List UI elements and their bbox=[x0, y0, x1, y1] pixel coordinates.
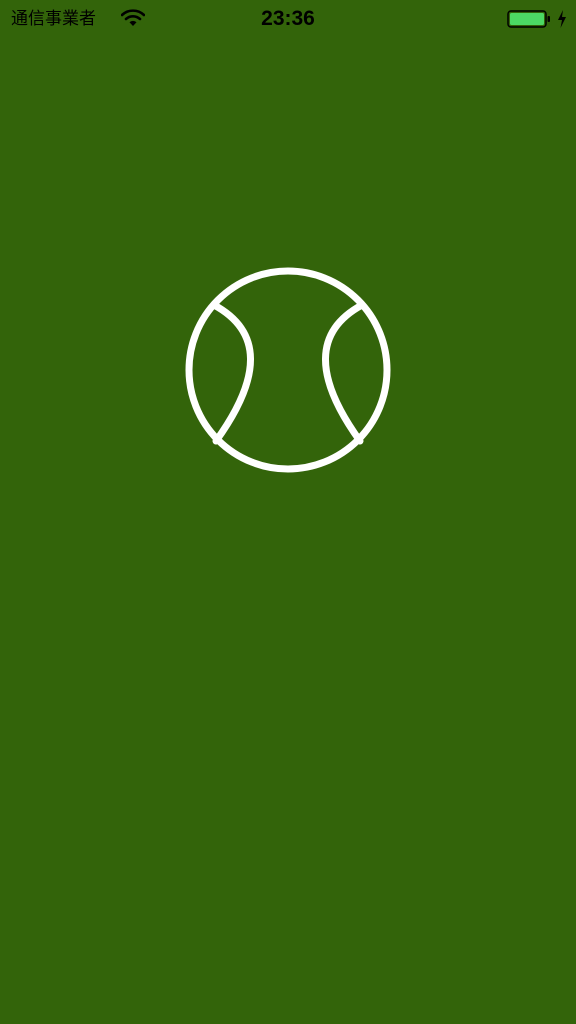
charging-bolt-icon bbox=[558, 10, 566, 28]
tennis-ball-icon bbox=[185, 267, 391, 473]
status-bar: 通信事業者 23:36 bbox=[0, 0, 576, 40]
status-time: 23:36 bbox=[261, 7, 315, 30]
battery-full-icon bbox=[507, 10, 550, 28]
